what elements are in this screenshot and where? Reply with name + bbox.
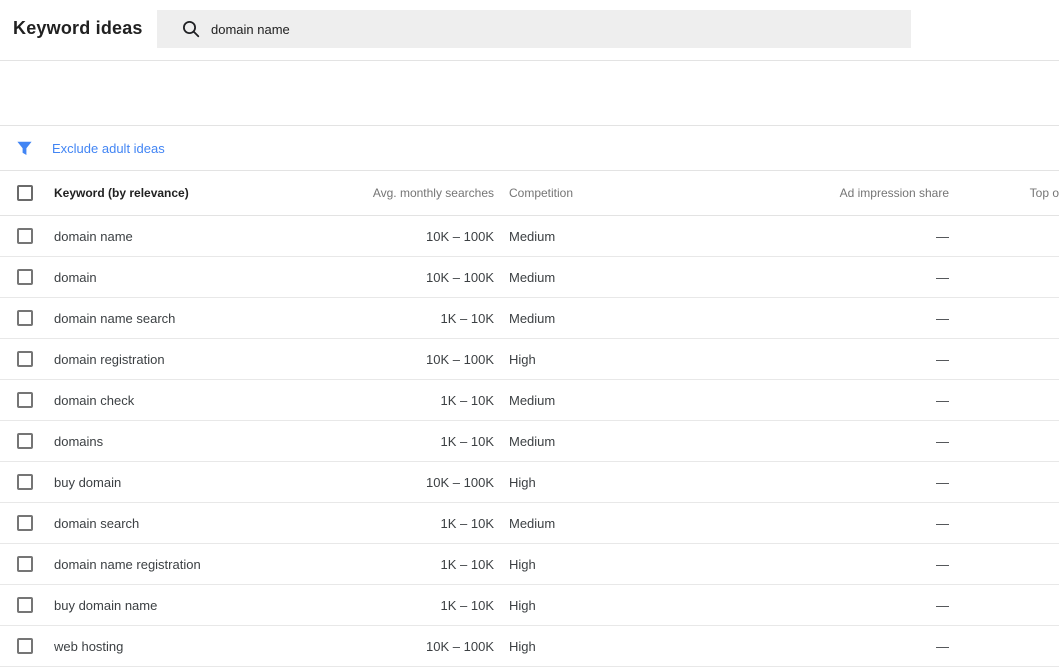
competition-cell: Medium: [509, 515, 556, 531]
header-checkbox-cell: [0, 185, 54, 201]
table-row[interactable]: domain name 10K – 100K Medium —: [0, 216, 1059, 257]
row-checkbox[interactable]: [17, 392, 33, 408]
ad-impression-share-cell: —: [936, 269, 949, 285]
keyword-cell: domain: [54, 269, 97, 285]
filter-funnel-icon[interactable]: [17, 141, 32, 156]
competition-cell: Medium: [509, 269, 556, 285]
row-checkbox-cell: [0, 269, 54, 285]
select-all-checkbox[interactable]: [17, 185, 33, 201]
ad-impression-share-cell: —: [936, 556, 949, 572]
table-row[interactable]: buy domain name 1K – 10K High —: [0, 585, 1059, 626]
row-checkbox-cell: [0, 474, 54, 490]
column-header-ad-impression-share[interactable]: Ad impression share: [659, 186, 949, 200]
column-header-keyword[interactable]: Keyword (by relevance): [54, 186, 340, 200]
competition-cell: High: [509, 556, 536, 572]
row-checkbox-cell: [0, 392, 54, 408]
avg-monthly-searches-cell: 10K – 100K: [426, 228, 494, 244]
ad-impression-share-cell: —: [936, 310, 949, 326]
keyword-cell: buy domain name: [54, 597, 158, 613]
row-checkbox-cell: [0, 515, 54, 531]
row-checkbox[interactable]: [17, 515, 33, 531]
table-row[interactable]: domain registration 10K – 100K High —: [0, 339, 1059, 380]
table-row[interactable]: buy domain 10K – 100K High —: [0, 462, 1059, 503]
ad-impression-share-cell: —: [936, 392, 949, 408]
competition-cell: Medium: [509, 310, 556, 326]
row-checkbox-cell: [0, 638, 54, 654]
table-row[interactable]: web hosting 10K – 100K High —: [0, 626, 1059, 667]
ad-impression-share-cell: —: [936, 474, 949, 490]
competition-cell: Medium: [509, 433, 556, 449]
search-icon: [183, 21, 200, 38]
avg-monthly-searches-cell: 1K – 10K: [440, 310, 495, 326]
row-checkbox-cell: [0, 310, 54, 326]
table-row[interactable]: domains 1K – 10K Medium —: [0, 421, 1059, 462]
table-row[interactable]: domain name registration 1K – 10K High —: [0, 544, 1059, 585]
table-row[interactable]: domain 10K – 100K Medium —: [0, 257, 1059, 298]
row-checkbox[interactable]: [17, 638, 33, 654]
table-row[interactable]: domain search 1K – 10K Medium —: [0, 503, 1059, 544]
keyword-cell: domain name: [54, 228, 133, 244]
top-bar: Keyword ideas: [0, 0, 1059, 61]
keyword-cell: web hosting: [54, 638, 124, 654]
keyword-cell: domain registration: [54, 351, 165, 367]
row-checkbox[interactable]: [17, 310, 33, 326]
ad-impression-share-cell: —: [936, 228, 949, 244]
avg-monthly-searches-cell: 10K – 100K: [426, 269, 494, 285]
keyword-cell: domains: [54, 433, 104, 449]
keyword-cell: buy domain: [54, 474, 122, 490]
row-checkbox-cell: [0, 351, 54, 367]
competition-cell: High: [509, 474, 536, 490]
competition-cell: High: [509, 351, 536, 367]
keyword-search-field[interactable]: [157, 10, 911, 48]
avg-monthly-searches-cell: 10K – 100K: [426, 474, 494, 490]
avg-monthly-searches-cell: 1K – 10K: [440, 597, 495, 613]
keyword-cell: domain name registration: [54, 556, 201, 572]
ad-impression-share-cell: —: [936, 515, 949, 531]
row-checkbox[interactable]: [17, 474, 33, 490]
ad-impression-share-cell: —: [936, 638, 949, 654]
row-checkbox-cell: [0, 228, 54, 244]
search-input[interactable]: [211, 21, 811, 37]
keyword-cell: domain name search: [54, 310, 176, 326]
avg-monthly-searches-cell: 1K – 10K: [440, 515, 495, 531]
avg-monthly-searches-cell: 1K – 10K: [440, 556, 495, 572]
filter-bar: Exclude adult ideas: [0, 125, 1059, 171]
table-row[interactable]: domain name search 1K – 10K Medium —: [0, 298, 1059, 339]
competition-cell: High: [509, 597, 536, 613]
row-checkbox[interactable]: [17, 351, 33, 367]
keyword-cell: domain search: [54, 515, 140, 531]
ad-impression-share-cell: —: [936, 597, 949, 613]
row-checkbox[interactable]: [17, 433, 33, 449]
row-checkbox[interactable]: [17, 556, 33, 572]
column-header-avg-monthly-searches[interactable]: Avg. monthly searches: [340, 186, 494, 200]
competition-cell: Medium: [509, 392, 556, 408]
row-checkbox-cell: [0, 556, 54, 572]
row-checkbox-cell: [0, 597, 54, 613]
table-body: domain name 10K – 100K Medium — domain 1…: [0, 216, 1059, 667]
keyword-cell: domain check: [54, 392, 135, 408]
row-checkbox-cell: [0, 433, 54, 449]
content-spacer: [0, 61, 1059, 125]
table-row[interactable]: domain check 1K – 10K Medium —: [0, 380, 1059, 421]
row-checkbox[interactable]: [17, 597, 33, 613]
ad-impression-share-cell: —: [936, 351, 949, 367]
page-title: Keyword ideas: [13, 18, 143, 38]
competition-cell: High: [509, 638, 536, 654]
avg-monthly-searches-cell: 1K – 10K: [440, 433, 495, 449]
table-header-row: Keyword (by relevance) Avg. monthly sear…: [0, 171, 1059, 216]
row-checkbox[interactable]: [17, 269, 33, 285]
column-header-competition[interactable]: Competition: [494, 186, 659, 200]
avg-monthly-searches-cell: 10K – 100K: [426, 638, 494, 654]
row-checkbox[interactable]: [17, 228, 33, 244]
exclude-adult-ideas-link[interactable]: Exclude adult ideas: [52, 141, 165, 156]
avg-monthly-searches-cell: 1K – 10K: [440, 392, 495, 408]
avg-monthly-searches-cell: 10K – 100K: [426, 351, 494, 367]
column-header-top-of-page[interactable]: Top o: [949, 186, 1059, 200]
ad-impression-share-cell: —: [936, 433, 949, 449]
competition-cell: Medium: [509, 228, 556, 244]
